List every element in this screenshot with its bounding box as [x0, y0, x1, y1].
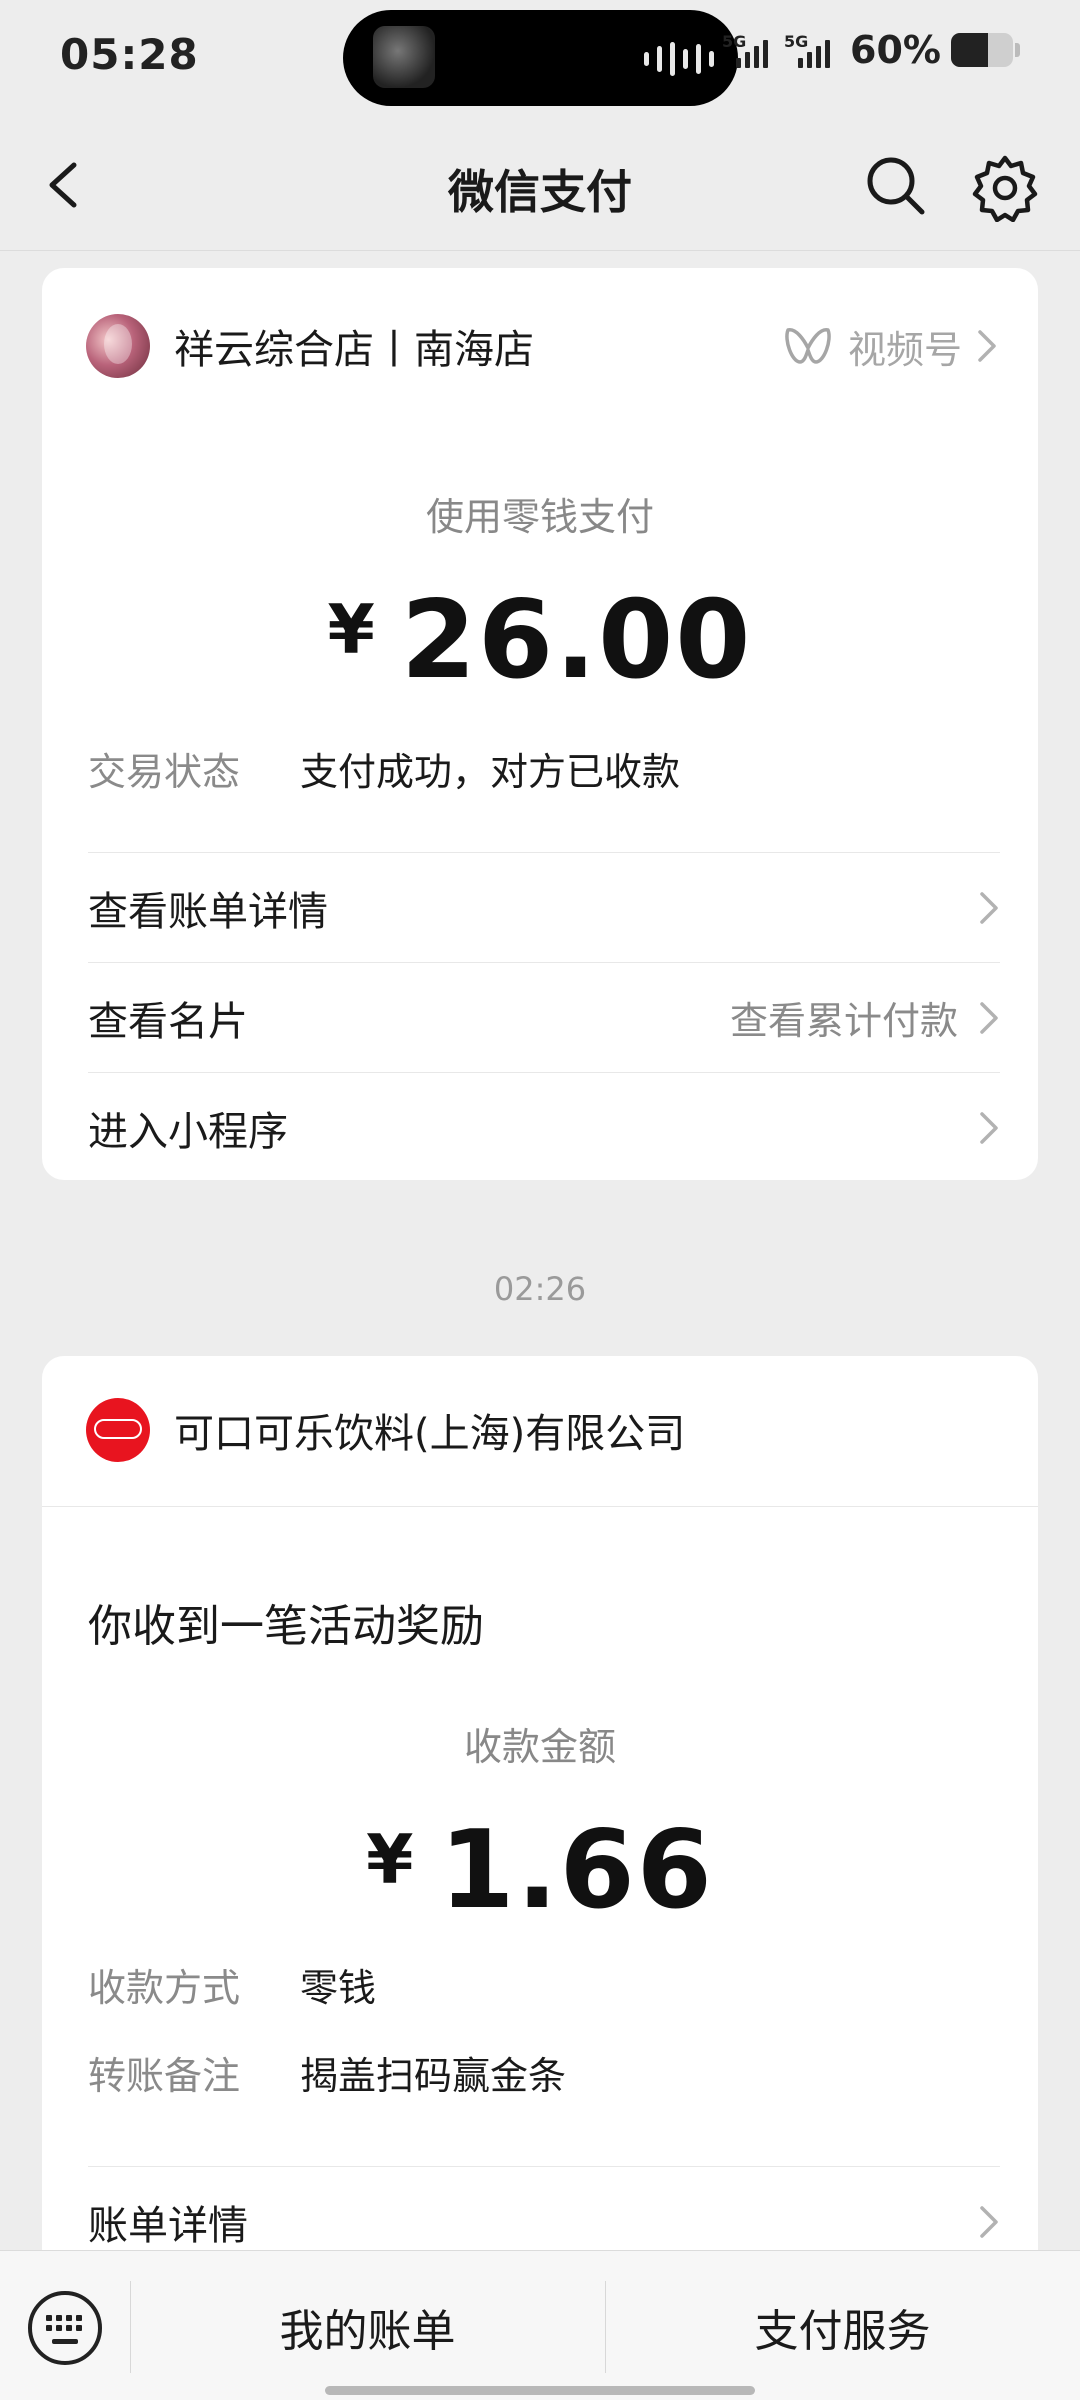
nav-divider [0, 250, 1080, 251]
amount-label: 收款金额 [463, 1725, 616, 1769]
merchant-name: 可口可乐饮料(上海)有限公司 [174, 1411, 686, 1457]
merchant-name: 祥云综合店丨南海店 [174, 327, 534, 373]
signal-icon: 5G [784, 28, 836, 72]
enter-mini-program-row[interactable]: 进入小程序 [88, 1072, 1000, 1180]
note-label: 转账备注 [88, 2053, 241, 2098]
note-value: 揭盖扫码赢金条 [300, 2053, 567, 2098]
status-bar: 05:28 5G 5G 60% [0, 0, 1080, 120]
battery-fill [951, 33, 989, 67]
reward-title: 你收到一笔活动奖励 [88, 1601, 484, 1652]
chevron-right-icon [980, 2205, 998, 2238]
logo-mark [94, 1419, 142, 1439]
pay-method: 使用零钱支付 [425, 495, 654, 539]
reward-amount: ¥ 1.66 [42, 1808, 1038, 1933]
my-bills-button[interactable]: 我的账单 [130, 2295, 605, 2359]
keyboard-icon[interactable] [28, 2291, 102, 2365]
channels-label: 视频号 [847, 327, 962, 372]
nav-bar: 微信支付 [0, 120, 1080, 250]
bottom-bar: 我的账单 支付服务 [0, 2250, 1080, 2400]
transfer-note-row: 转账备注 揭盖扫码赢金条 [88, 2044, 994, 2100]
view-bill-details-row[interactable]: 查看账单详情 [88, 852, 1000, 962]
transaction-status-row: 交易状态 支付成功，对方已收款 [88, 740, 994, 796]
chevron-right-icon [980, 1001, 998, 1034]
amount-value: 26.00 [400, 578, 753, 703]
method-value: 零钱 [300, 1965, 377, 2010]
pay-services-button[interactable]: 支付服务 [605, 2295, 1080, 2359]
merchant-header[interactable]: 可口可乐饮料(上海)有限公司 [86, 1396, 998, 1464]
status-indicators: 5G 5G 60% [722, 28, 1020, 72]
channels-icon [785, 328, 831, 364]
list-item-label: 查看名片 [88, 998, 248, 1045]
media-thumbnail [373, 26, 435, 88]
list-item-label: 进入小程序 [88, 1108, 288, 1155]
merchant-header[interactable]: 祥云综合店丨南海店 视频号 [86, 312, 998, 380]
list-item-label: 账单详情 [88, 2202, 248, 2249]
list-item-label: 查看账单详情 [88, 888, 328, 935]
home-indicator[interactable] [325, 2386, 755, 2395]
signal-icon: 5G [722, 28, 774, 72]
battery-tip [1015, 43, 1020, 57]
status-value: 支付成功，对方已收款 [300, 749, 681, 794]
chevron-right-icon [978, 330, 996, 362]
payment-amount: ¥ 26.00 [42, 578, 1038, 703]
method-label: 收款方式 [88, 1965, 241, 2010]
channels-link[interactable]: 视频号 [782, 319, 998, 374]
chevron-right-icon [980, 891, 998, 924]
dynamic-island[interactable] [343, 10, 738, 106]
battery-icon [951, 33, 1013, 67]
merchant-avatar [86, 314, 150, 378]
coca-cola-logo [86, 1398, 150, 1462]
status-label: 交易状态 [88, 749, 241, 794]
divider [42, 1506, 1038, 1507]
view-business-card-row[interactable]: 查看名片 查看累计付款 [88, 962, 1000, 1072]
chevron-right-icon [980, 1111, 998, 1144]
gear-icon[interactable] [970, 152, 1040, 222]
audio-wave-icon [644, 42, 714, 76]
message-timestamp: 02:26 [493, 1270, 587, 1308]
search-icon[interactable] [862, 152, 928, 218]
receive-method-row: 收款方式 零钱 [88, 1956, 994, 2012]
currency-symbol: ¥ [327, 591, 375, 670]
amount-value: 1.66 [439, 1808, 714, 1933]
reward-card: 可口可乐饮料(上海)有限公司 你收到一笔活动奖励 收款金额 ¥ 1.66 收款方… [42, 1356, 1038, 2400]
cumulative-payment-link[interactable]: 查看累计付款 [730, 990, 958, 1045]
payment-card: 祥云综合店丨南海店 视频号 使用零钱支付 ¥ 26.00 交易状态 支付成功，对… [42, 268, 1038, 1180]
status-time: 05:28 [60, 30, 199, 79]
battery-percent: 60% [850, 28, 941, 72]
currency-symbol: ¥ [366, 1821, 414, 1900]
